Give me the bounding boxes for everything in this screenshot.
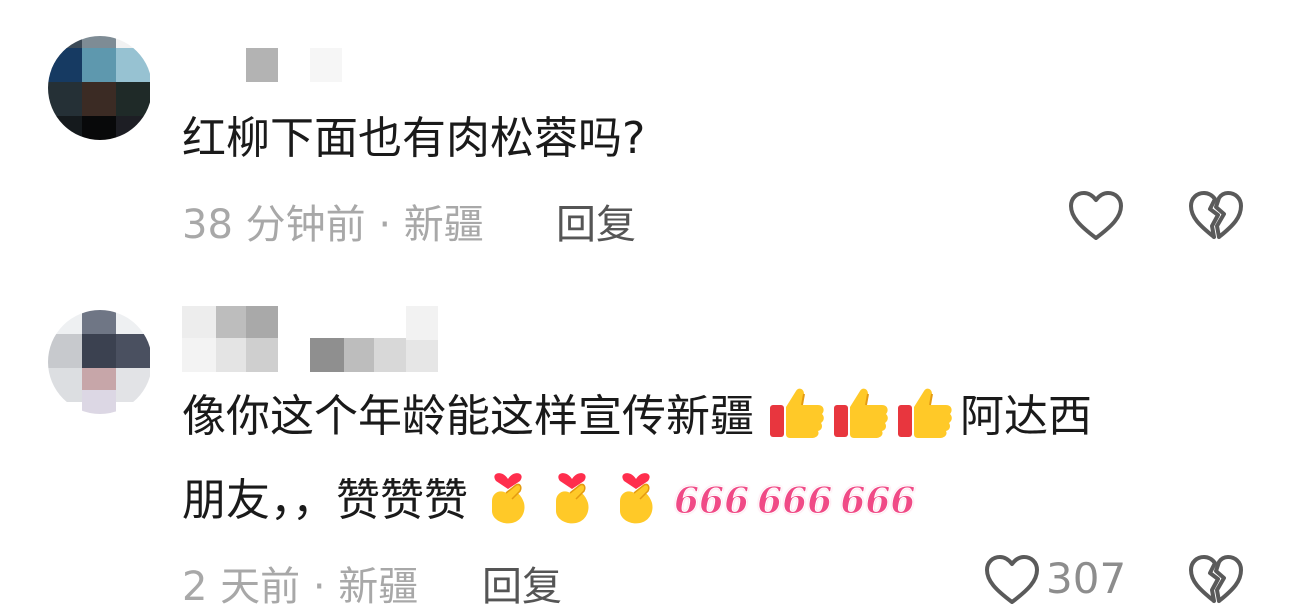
thumbs-up-emoji <box>770 388 824 438</box>
finger-heart-emoji <box>556 473 589 524</box>
comment-time-location: 2 天前 · 新疆 <box>182 564 419 610</box>
six-six-six-emoji: 666 <box>840 480 916 523</box>
like-count: 307 <box>1046 554 1127 603</box>
comment-text-line2-row: 朋友，，赞赞赞 666 666 666 <box>182 458 923 544</box>
thumbs-up-emoji <box>898 388 952 438</box>
finger-heart-emoji <box>620 473 653 524</box>
heart-outline-icon <box>1069 191 1123 240</box>
dislike-button[interactable] <box>1188 190 1244 246</box>
broken-heart-icon <box>1189 555 1243 603</box>
comment-item: 像你这个年龄能这样宣传新疆 阿达西 朋友，，赞赞赞 666 666 666 2 … <box>0 290 1290 614</box>
comment-item: 红柳下面也有肉松蓉吗? 38 分钟前 · 新疆 回复 <box>0 0 1290 280</box>
comment-text-line2: 朋友，，赞赞赞 <box>182 475 468 526</box>
finger-heart-emoji <box>492 473 525 524</box>
like-button[interactable] <box>1068 190 1124 246</box>
comment-text-line1-tail: 阿达西 <box>960 391 1092 442</box>
broken-heart-icon <box>1189 191 1243 239</box>
comment-time-location: 38 分钟前 · 新疆 <box>182 202 484 248</box>
comment-text-line1: 像你这个年龄能这样宣传新疆 <box>182 391 754 442</box>
thumbs-up-emoji <box>834 388 888 438</box>
reply-button[interactable]: 回复 <box>482 554 562 612</box>
heart-outline-icon <box>985 555 1039 604</box>
avatar[interactable] <box>48 310 152 414</box>
reply-button[interactable]: 回复 <box>556 192 636 250</box>
like-button[interactable] <box>984 554 1040 610</box>
six-six-six-emoji: 666 <box>757 480 833 523</box>
dislike-button[interactable] <box>1188 554 1244 610</box>
comment-text: 红柳下面也有肉松蓉吗? <box>182 113 646 164</box>
comment-text: 像你这个年龄能这样宣传新疆 阿达西 <box>182 374 1092 460</box>
avatar[interactable] <box>48 36 152 140</box>
six-six-six-emoji: 666 <box>673 480 750 523</box>
